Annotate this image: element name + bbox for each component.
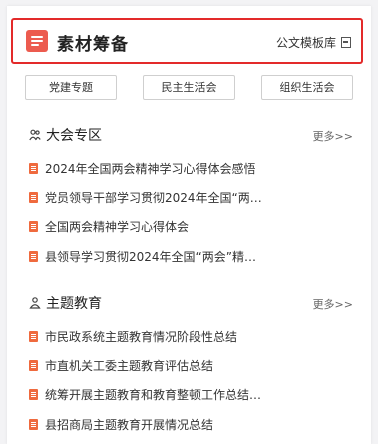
document-icon	[29, 163, 38, 174]
more-link[interactable]: 更多>>	[313, 296, 353, 312]
list-item[interactable]: 全国两会精神学习心得体会	[29, 218, 349, 236]
list-item[interactable]: 县领导学习贯彻2024年全国“两会”精…	[29, 248, 349, 266]
tab-party-building[interactable]: 党建专题	[25, 75, 117, 100]
list-item[interactable]: 市民政系统主题教育情况阶段性总结	[29, 328, 349, 346]
list-item[interactable]: 党员领导干部学习贯彻2024年全国“两…	[29, 189, 349, 207]
list-item[interactable]: 县招商局主题教育开展情况总结	[29, 416, 349, 434]
tab-democratic-life[interactable]: 民主生活会	[143, 75, 235, 100]
template-library-label: 公文模板库	[275, 36, 336, 50]
topic-tabs: 党建专题 民主生活会 组织生活会	[25, 75, 355, 101]
document-icon	[29, 360, 38, 371]
section-header-conference: 大会专区 更多>>	[29, 125, 355, 145]
document-icon	[29, 389, 38, 400]
template-library-link[interactable]: 公文模板库	[276, 34, 351, 51]
book-icon	[341, 37, 351, 48]
section-title: 主题教育	[46, 296, 102, 312]
section-title: 大会专区	[46, 128, 102, 144]
list-item[interactable]: 市直机关工委主题教育评估总结	[29, 357, 349, 375]
people-icon	[29, 129, 41, 141]
document-icon	[29, 221, 38, 232]
header-title: 素材筹备	[57, 35, 129, 55]
tab-organization-life[interactable]: 组织生活会	[261, 75, 353, 100]
person-icon	[29, 297, 41, 309]
materials-header: 素材筹备 公文模板库	[11, 18, 363, 64]
more-link[interactable]: 更多>>	[313, 128, 353, 144]
logo-icon	[26, 30, 48, 52]
document-icon	[29, 251, 38, 262]
list-item[interactable]: 2024年全国两会精神学习心得体会感悟	[29, 160, 349, 178]
section-header-theme-education: 主题教育 更多>>	[29, 293, 355, 313]
document-icon	[29, 331, 38, 342]
list-item[interactable]: 统筹开展主题教育和教育整顿工作总结…	[29, 386, 349, 404]
document-icon	[29, 419, 38, 430]
document-icon	[29, 192, 38, 203]
